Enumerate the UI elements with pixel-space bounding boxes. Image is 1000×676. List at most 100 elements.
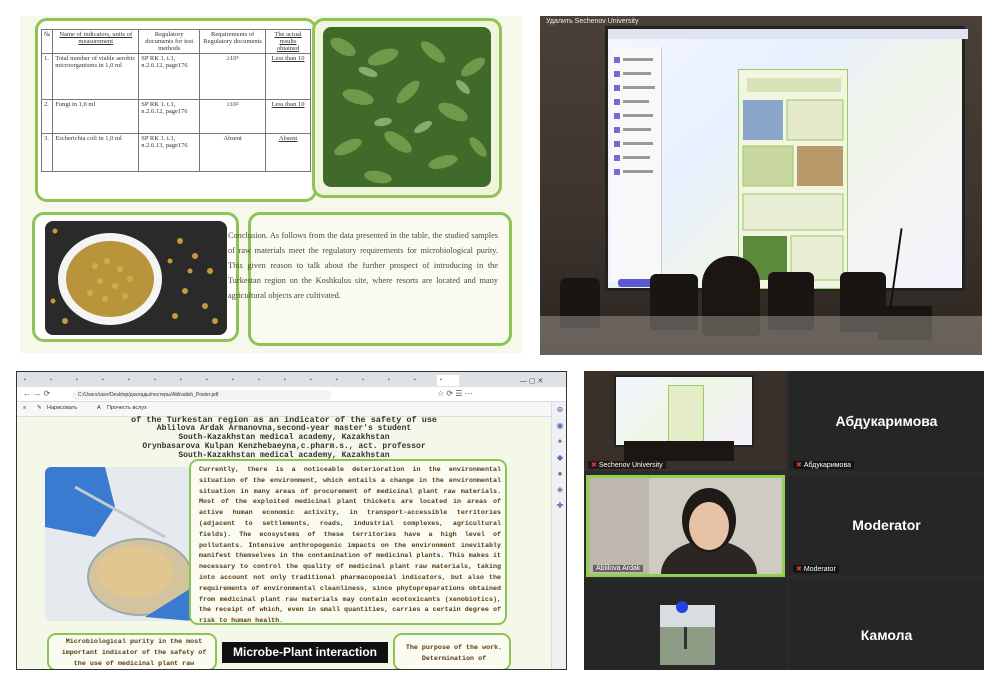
video-tile-participant[interactable]: Абдукаримова ✖ Абдукаримова	[789, 371, 984, 471]
table-cell: Escherichia coli in 1,0 ml	[52, 133, 140, 172]
table-cell: 1.	[40, 53, 54, 100]
read-aloud-icon[interactable]: A	[97, 405, 101, 411]
video-tile-speaker[interactable]: Ablilova Ardak	[586, 475, 785, 608]
browser-actions-icon[interactable]: ☆ ⟳ ☰ ⋯	[437, 389, 473, 398]
browser-tab-strip: ▪ ▪ ▪ ▪ ▪ ▪ ▪ ▪ ▪ ▪ ▪ ▪ ▪ ▪ ▪ ▪ ▪ — ▢ ✕	[17, 372, 566, 387]
browser-sidebar: ⊕ ◉ ✦ ◆ ● ◈ ✚	[551, 402, 566, 669]
table-header: The actual results obtained	[265, 29, 311, 54]
projected-poster	[738, 69, 848, 289]
table-cell: 3.	[40, 133, 54, 172]
browser-tab[interactable]: ▪	[21, 375, 43, 386]
table-cell: SP RK 1. t.1, n.2.6.13, page176	[138, 133, 201, 172]
slide-caption: Microbe-Plant interaction	[222, 642, 388, 663]
auditorium-photo-panel: Удалить Sechenov University	[540, 16, 982, 355]
participant-name: Абдукаримова	[835, 413, 938, 429]
muted-mic-icon: ✖	[796, 566, 802, 573]
room-poster	[668, 385, 704, 443]
browser-tab[interactable]: ▪	[99, 375, 121, 386]
draw-button[interactable]: Нарисовать	[47, 405, 77, 411]
table-header: №	[40, 29, 54, 54]
outdoor-video	[660, 601, 715, 665]
participant-name: Moderator	[852, 517, 921, 533]
browser-pdf-panel: ▪ ▪ ▪ ▪ ▪ ▪ ▪ ▪ ▪ ▪ ▪ ▪ ▪ ▪ ▪ ▪ ▪ — ▢ ✕ …	[16, 371, 567, 670]
fenugreek-seeds-image	[45, 221, 227, 335]
petri-dish-image	[45, 467, 193, 621]
pdf-page: of the Turkestan region as an indicator …	[17, 415, 551, 669]
video-call-panel: ✖ Sechenov University Абдукаримова ✖ Абдук…	[584, 371, 984, 670]
table-cell: Total number of viable aerobic microorga…	[52, 53, 140, 100]
browser-tab[interactable]: ▪	[255, 375, 277, 386]
browser-tab-active[interactable]: ▪	[437, 375, 459, 386]
muted-mic-icon: ✖	[591, 462, 597, 469]
table-cell: Absent	[265, 133, 311, 172]
leaves-photo-frame	[312, 18, 502, 198]
read-aloud-button[interactable]: Прочесть вслух	[107, 405, 147, 411]
browser-tab[interactable]: ▪	[307, 375, 329, 386]
browser-tab[interactable]: ▪	[333, 375, 355, 386]
table-header: Name of indicators, units of measurement	[52, 29, 140, 54]
projected-titlebar	[608, 29, 968, 39]
speaker-label: Ablilova Ardak	[593, 565, 644, 572]
seeds-photo-frame	[32, 212, 239, 342]
table-cell: Absent	[199, 133, 267, 172]
table-cell: 2.	[40, 99, 54, 134]
intro-text: Currently, there is a noticeable deterio…	[199, 466, 501, 626]
table-cell: SP RK 1. t.1, n.2.6.12, page176	[138, 53, 201, 100]
url-field[interactable]: C:/Users/user/Desktop/доклады/постеры/Ab…	[72, 390, 332, 400]
pdf-header-line: Orynbasarova Kulpan Kenzhebaeyna,c.pharm…	[142, 442, 426, 451]
projected-sidebar	[610, 47, 662, 282]
toc-icon[interactable]: ≡	[23, 405, 26, 411]
purpose-text: The purpose of the work. Determination o…	[405, 644, 503, 663]
video-tile-sechenov[interactable]: ✖ Sechenov University	[584, 371, 787, 471]
projection-screen	[605, 26, 968, 291]
petri-dish-photo	[45, 467, 193, 621]
table-cell: ≥10²	[199, 99, 267, 134]
sidebar-icons[interactable]: ⊕ ◉ ✦ ◆ ● ◈ ✚	[552, 402, 566, 514]
table-cell: Less than 10	[265, 53, 311, 100]
browser-tab[interactable]: ▪	[125, 375, 147, 386]
intro-box: Currently, there is a noticeable deterio…	[189, 459, 507, 625]
address-bar: ← → ⟳ C:/Users/user/Desktop/доклады/пост…	[17, 387, 566, 402]
browser-tab[interactable]: ▪	[177, 375, 199, 386]
pdf-header-line: Ablilova Ardak Armanovna,second-year mas…	[156, 424, 412, 433]
participant-name: Камола	[860, 627, 913, 643]
table-cell: Less than 10	[265, 99, 311, 134]
pdf-header-line: South-Kazakhstan medical academy, Kazakh…	[178, 433, 390, 442]
nav-arrows-icon[interactable]: ← → ⟳	[23, 389, 50, 398]
table-cell: SP RK 1. t.1, n.2.6.12, page176	[138, 99, 201, 134]
browser-tab[interactable]: ▪	[281, 375, 303, 386]
seeds-photo	[45, 221, 227, 335]
table-cell: Fungi in 1,0 ml	[52, 99, 140, 134]
room-screen	[614, 375, 754, 447]
table-surface	[540, 316, 982, 355]
browser-tab[interactable]: ▪	[73, 375, 95, 386]
tile-label: ✖ Абдукаримова	[793, 461, 854, 469]
browser-tab[interactable]: ▪	[411, 375, 433, 386]
table-header: Regulatory documents for test methods	[138, 29, 201, 54]
conclusion-text: Conclusion. As follows from the data pre…	[228, 231, 498, 300]
browser-tab[interactable]: ▪	[359, 375, 381, 386]
poster-table-panel: № Name of indicators, units of measureme…	[20, 16, 522, 353]
browser-tab[interactable]: ▪	[229, 375, 251, 386]
video-tile-participant[interactable]: Moderator ✖ Moderator	[789, 475, 984, 575]
leaves-image	[323, 27, 491, 187]
microbiology-text: Microbiological purity in the most impor…	[61, 638, 207, 668]
room-furniture	[624, 441, 734, 461]
draw-icon[interactable]: ✎	[37, 405, 42, 411]
video-tile-participant[interactable]: Камола	[789, 579, 984, 670]
browser-tab[interactable]: ▪	[47, 375, 69, 386]
leaves-photo	[323, 27, 491, 187]
tile-label: ✖ Sechenov University	[588, 461, 666, 469]
window-controls[interactable]: — ▢ ✕	[517, 375, 557, 386]
tile-label: ✖ Moderator	[793, 565, 839, 573]
table-header: Requirements of Regulatory documents	[199, 29, 267, 54]
microbiology-table: № Name of indicators, units of measureme…	[40, 29, 311, 172]
browser-tab[interactable]: ▪	[385, 375, 407, 386]
browser-tab[interactable]: ▪	[203, 375, 225, 386]
video-tile-outdoor[interactable]	[584, 579, 787, 670]
browser-tab[interactable]: ▪	[151, 375, 173, 386]
projector-label: Удалить Sechenov University	[546, 18, 639, 25]
speaker-video	[589, 478, 782, 608]
microbiology-box: Microbiological purity in the most impor…	[47, 633, 217, 669]
table-frame: № Name of indicators, units of measureme…	[35, 18, 317, 202]
